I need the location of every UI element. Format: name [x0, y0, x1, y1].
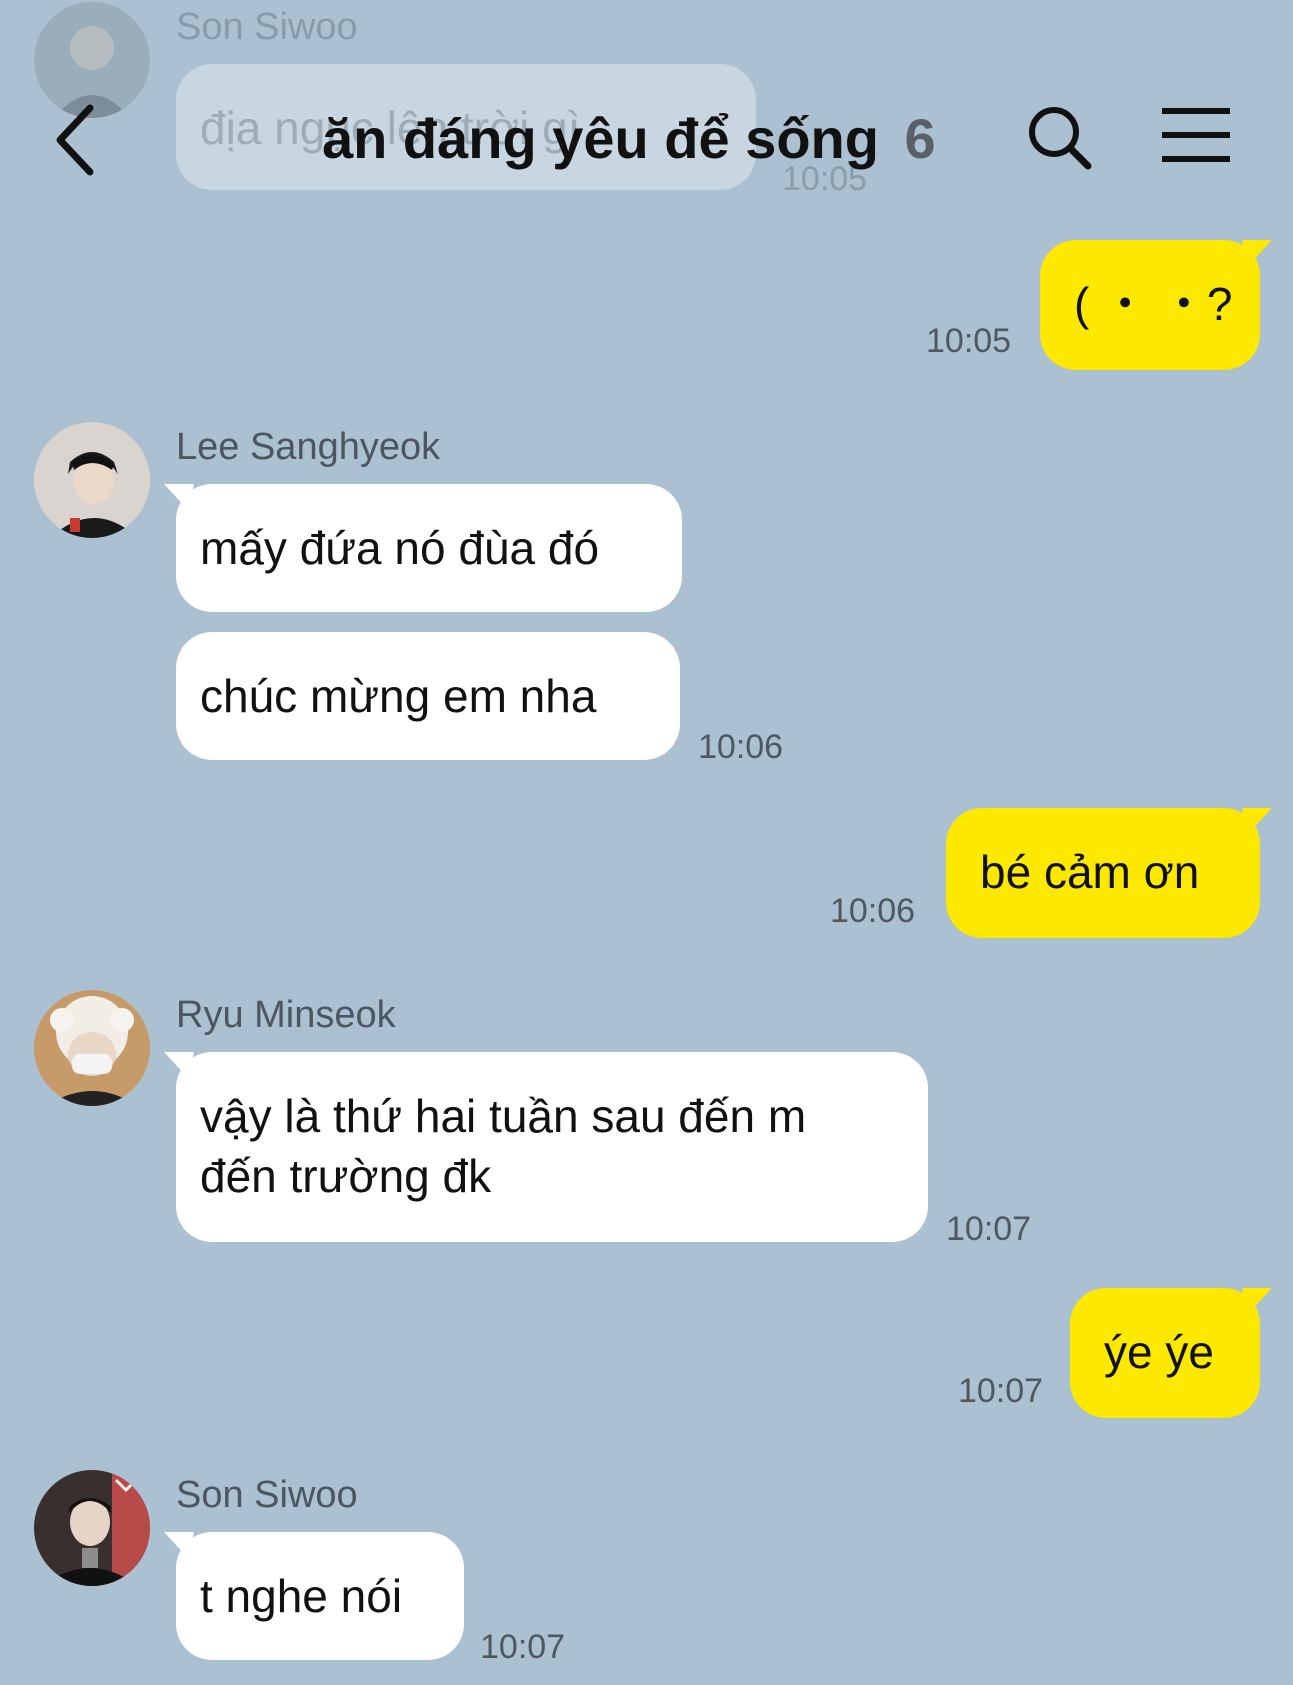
message-text-line: đến trường đk: [200, 1150, 492, 1202]
chat-header: ăn đáng yêu để sống 6: [0, 80, 1293, 190]
message-text: bé cảm ơn: [980, 846, 1200, 898]
search-icon: [1029, 107, 1092, 170]
back-button[interactable]: [46, 100, 106, 180]
message-text: mấy đứa nó đùa đó: [200, 522, 600, 574]
incoming-message-bubble[interactable]: mấy đứa nó đùa đó: [164, 484, 682, 612]
chat-title: ăn đáng yêu để sống 6: [322, 106, 936, 171]
message-text: t nghe nói: [200, 1570, 403, 1622]
outgoing-message-bubble[interactable]: ( ・ ・?: [1040, 240, 1272, 370]
menu-button[interactable]: [1160, 106, 1232, 166]
message-time: 10:06: [698, 728, 784, 766]
avatar[interactable]: [34, 1470, 150, 1586]
outgoing-message-bubble[interactable]: ýe ýe: [1070, 1288, 1272, 1418]
search-button[interactable]: [1024, 102, 1094, 172]
incoming-message-bubble[interactable]: vậy là thứ hai tuần sau đến m đến trường…: [164, 1052, 928, 1242]
chat-title-text: ăn đáng yêu để sống: [322, 107, 879, 170]
bubble-tail: [164, 484, 194, 510]
member-count: 6: [904, 107, 936, 170]
message-time: 10:07: [958, 1372, 1044, 1410]
sender-name: Son Siwoo: [176, 1474, 358, 1516]
bubble-tail: [164, 1052, 194, 1078]
incoming-message-bubble[interactable]: chúc mừng em nha: [176, 632, 680, 760]
chevron-left-icon: [56, 104, 94, 176]
bubble-tail: [1242, 240, 1272, 266]
bubble-tail: [164, 1532, 194, 1558]
message-time: 10:05: [926, 322, 1012, 360]
bubble-tail: [1242, 808, 1272, 834]
avatar[interactable]: [34, 422, 150, 538]
message-text: ( ・ ・?: [1074, 278, 1233, 330]
sender-name: Ryu Minseok: [176, 994, 396, 1036]
message-time: 10:06: [830, 892, 916, 930]
sender-name: Son Siwoo: [176, 6, 358, 48]
message-time: 10:07: [946, 1210, 1032, 1248]
bubble-tail: [1242, 1288, 1272, 1314]
hamburger-menu-icon: [1162, 108, 1230, 162]
message-text: chúc mừng em nha: [200, 670, 597, 722]
message-time: 10:07: [480, 1628, 566, 1666]
outgoing-message-bubble[interactable]: bé cảm ơn: [946, 808, 1272, 938]
sender-name: Lee Sanghyeok: [176, 426, 441, 468]
message-text: ýe ýe: [1104, 1326, 1214, 1378]
message-text-line: vậy là thứ hai tuần sau đến m: [200, 1090, 807, 1142]
avatar[interactable]: [34, 990, 150, 1106]
incoming-message-bubble[interactable]: t nghe nói: [164, 1532, 464, 1660]
